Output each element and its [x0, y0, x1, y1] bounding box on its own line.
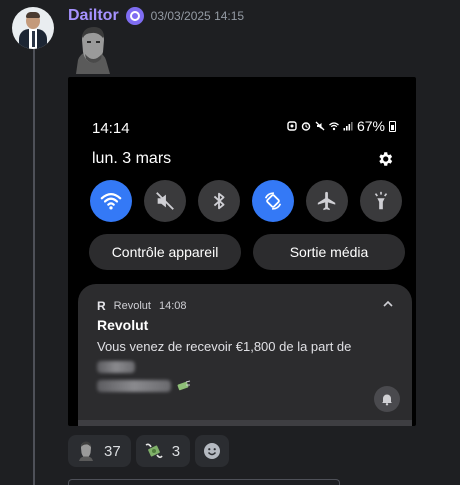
thread-line	[33, 48, 35, 485]
gigachad-sticker-icon[interactable]	[70, 26, 114, 74]
next-message-preview	[68, 479, 340, 485]
status-time: 14:14	[92, 120, 130, 137]
flashlight-toggle[interactable]	[360, 180, 402, 222]
alarm-icon	[301, 122, 311, 131]
notification-app-name: Revolut	[113, 300, 151, 312]
phone-screenshot[interactable]: 14:14 67% lun. 3 mars Contrôle appareil …	[68, 77, 416, 426]
notification-time: 14:08	[158, 300, 187, 312]
reaction-count: 3	[171, 442, 181, 460]
battery-icon	[389, 120, 396, 132]
notification-body: Vous venez de recevoir €1,800 de la part…	[97, 337, 377, 394]
user-avatar[interactable]	[12, 7, 54, 49]
sound-toggle[interactable]	[144, 180, 186, 222]
date-label: lun. 3 mars	[92, 150, 172, 167]
chevron-up-icon[interactable]	[382, 298, 394, 310]
airplane-toggle[interactable]	[306, 180, 348, 222]
reactions-bar: 37 3	[68, 435, 230, 467]
avatar-tie	[32, 31, 35, 47]
signal-icon	[343, 122, 353, 131]
mute-icon	[156, 192, 174, 210]
notification-title: Revolut	[97, 317, 149, 333]
wifi-status-icon	[329, 122, 339, 131]
battery-percent: 67%	[356, 118, 385, 134]
auto-rotate-icon	[264, 192, 282, 210]
bluetooth-toggle[interactable]	[198, 180, 240, 222]
notification-app-row: R Revolut 14:08	[97, 299, 187, 313]
gigachad-emoji-icon	[79, 441, 93, 461]
bluetooth-icon	[213, 192, 225, 210]
add-reaction-button[interactable]	[195, 435, 230, 467]
add-reaction-smiley-icon	[204, 443, 221, 459]
money-with-wings-emoji-icon	[145, 443, 163, 459]
media-output-button[interactable]: Sortie média	[253, 234, 405, 270]
username[interactable]: Dailtor	[68, 7, 119, 25]
auto-rotate-toggle[interactable]	[252, 180, 294, 222]
wifi-icon	[100, 193, 122, 210]
status-icons: 67%	[287, 118, 396, 134]
flashlight-icon	[374, 191, 388, 210]
blurred-name	[97, 360, 135, 373]
settings-gear-icon[interactable]	[376, 150, 394, 168]
revolut-notification[interactable]: R Revolut 14:08 Revolut Vous venez de re…	[78, 284, 412, 426]
wifi-toggle[interactable]	[90, 180, 132, 222]
mute-status-icon	[315, 121, 325, 131]
reaction-money-with-wings[interactable]: 3	[135, 435, 191, 467]
avatar-hair	[26, 12, 40, 18]
blurred-name-continued	[97, 379, 171, 392]
device-control-button[interactable]: Contrôle appareil	[89, 234, 241, 270]
notification-settings-bell-icon[interactable]	[374, 386, 400, 412]
reaction-count: 37	[104, 442, 121, 460]
money-emoji-icon	[177, 380, 190, 390]
battery-saver-icon	[287, 121, 297, 131]
reaction-gigachad[interactable]: 37	[68, 435, 131, 467]
airplane-icon	[317, 191, 336, 211]
nitro-badge-icon[interactable]	[125, 7, 144, 25]
message-header: Dailtor 03/03/2025 14:15	[68, 6, 244, 26]
notification-message: Vous venez de recevoir €1,800 de la part…	[97, 339, 352, 354]
revolut-logo-icon: R	[97, 299, 106, 313]
message-timestamp: 03/03/2025 14:15	[150, 9, 245, 23]
notification-bottom-strip	[78, 420, 412, 426]
